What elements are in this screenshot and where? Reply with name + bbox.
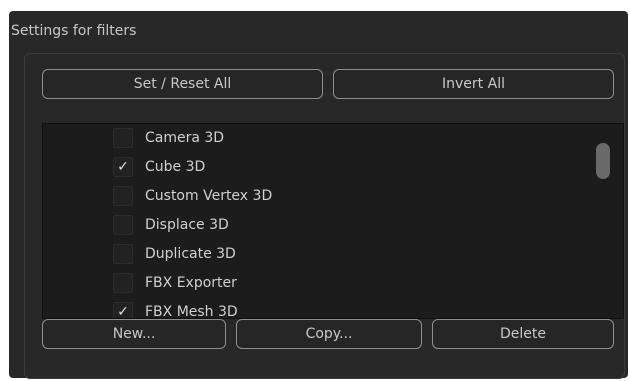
filter-checkbox[interactable] [113, 273, 133, 293]
new-button[interactable]: New... [42, 319, 226, 349]
filter-item[interactable]: Duplicate 3D [113, 242, 236, 266]
filter-checkbox[interactable] [113, 186, 133, 206]
filter-label: Displace 3D [145, 217, 229, 233]
filter-checkbox[interactable] [113, 128, 133, 148]
panel-title: Settings for filters [11, 23, 137, 39]
delete-button[interactable]: Delete [432, 319, 614, 349]
scrollbar-thumb[interactable] [596, 143, 610, 179]
filter-item[interactable]: Camera 3D [113, 126, 224, 150]
filter-checkbox[interactable] [113, 244, 133, 264]
filter-list: Camera 3D ✓ Cube 3D Custom Vertex 3D Dis… [42, 123, 624, 319]
filter-label: FBX Exporter [145, 275, 237, 291]
filter-checkbox[interactable] [113, 215, 133, 235]
filter-label: Cube 3D [145, 159, 206, 175]
copy-button[interactable]: Copy... [236, 319, 422, 349]
filter-item[interactable]: Custom Vertex 3D [113, 184, 272, 208]
filter-item[interactable]: ✓ Cube 3D [113, 155, 205, 179]
filter-label: FBX Mesh 3D [145, 304, 238, 319]
filter-settings-panel: Settings for filters Set / Reset All Inv… [9, 11, 628, 379]
filter-item[interactable]: ✓ FBX Mesh 3D [113, 300, 238, 319]
filter-checkbox[interactable]: ✓ [113, 157, 133, 177]
invert-all-button[interactable]: Invert All [333, 69, 614, 99]
filter-label: Camera 3D [145, 130, 225, 146]
filter-label: Custom Vertex 3D [145, 188, 273, 204]
filter-item[interactable]: FBX Exporter [113, 271, 237, 295]
set-reset-all-button[interactable]: Set / Reset All [42, 69, 323, 99]
filter-label: Duplicate 3D [145, 246, 236, 262]
filter-item[interactable]: Displace 3D [113, 213, 229, 237]
filter-checkbox[interactable]: ✓ [113, 302, 133, 318]
